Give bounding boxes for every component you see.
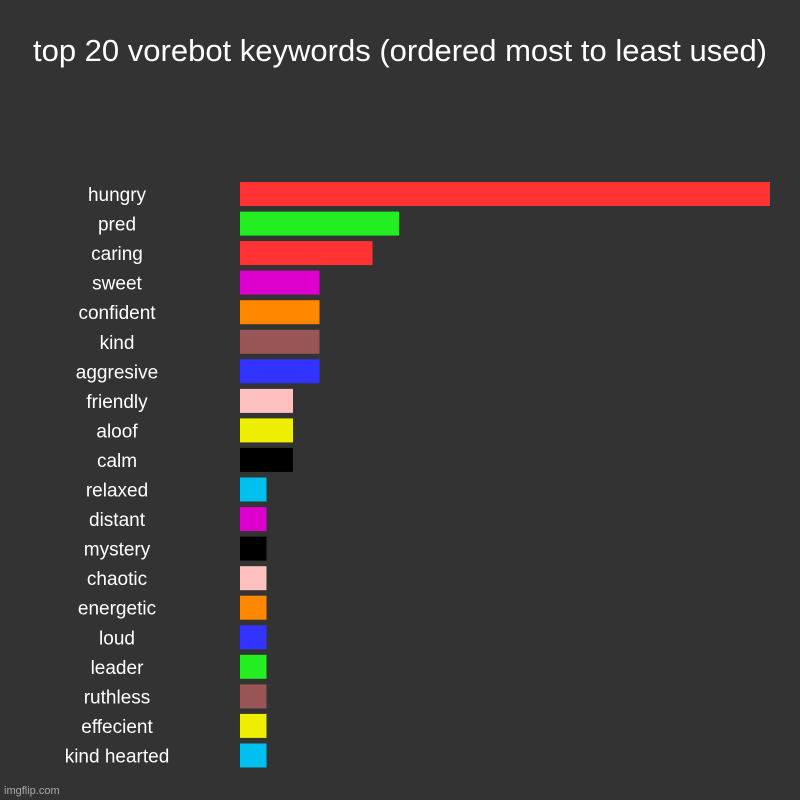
category-label: ruthless xyxy=(84,687,151,708)
bar-distant xyxy=(240,507,267,532)
category-label: confident xyxy=(78,303,156,324)
bar-caring xyxy=(240,241,373,266)
bar-sweet xyxy=(240,270,320,295)
bar-aggresive xyxy=(240,359,320,384)
bar-relaxed xyxy=(240,477,267,502)
bar-aloof xyxy=(240,418,293,443)
category-label: distant xyxy=(89,510,146,531)
category-label: hungry xyxy=(88,185,147,206)
category-label: sweet xyxy=(92,274,142,295)
bar-mystery xyxy=(240,536,267,561)
category-label: leader xyxy=(91,658,144,679)
category-label: effecient xyxy=(81,717,153,738)
bar-loud xyxy=(240,625,267,650)
bar-leader xyxy=(240,654,267,679)
category-label: pred xyxy=(98,215,136,236)
bar-pred xyxy=(240,211,399,236)
bar-kind xyxy=(240,329,320,354)
category-label: loud xyxy=(99,628,135,649)
category-label: kind hearted xyxy=(65,747,170,768)
category-label: aloof xyxy=(96,421,138,442)
category-label: friendly xyxy=(86,392,148,413)
category-label: aggresive xyxy=(76,362,158,383)
category-label: kind xyxy=(100,333,135,354)
bar-ruthless xyxy=(240,684,267,709)
category-label: relaxed xyxy=(86,481,148,502)
category-label: caring xyxy=(91,244,143,265)
bar-energetic xyxy=(240,595,267,620)
category-label: mystery xyxy=(84,540,151,561)
category-label: energetic xyxy=(78,599,156,620)
bar-chart: hungry pred caring sweet confident kind aggres… xyxy=(65,182,770,768)
bar-confident xyxy=(240,300,320,325)
watermark: imgflip.com xyxy=(4,785,60,797)
bar-chaotic xyxy=(240,566,267,591)
bar-effecient xyxy=(240,713,267,738)
bar-kind-hearted xyxy=(240,743,267,768)
bar-calm xyxy=(240,447,293,472)
bar-hungry xyxy=(240,182,770,206)
category-label: chaotic xyxy=(87,569,147,590)
bar-friendly xyxy=(240,388,293,413)
category-label: calm xyxy=(97,451,137,472)
